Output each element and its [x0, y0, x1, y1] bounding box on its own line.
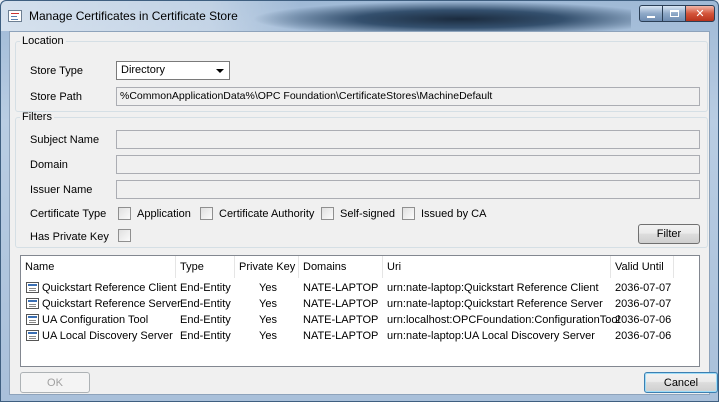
close-icon: ✕ [695, 8, 705, 20]
subject-name-field[interactable] [116, 130, 700, 149]
has-private-key-checkbox[interactable] [118, 229, 131, 242]
minimize-button[interactable] [639, 5, 663, 22]
column-header-uri[interactable]: Uri [383, 256, 611, 278]
dialog-client-area: Location Store Type Directory Store Path… [9, 31, 718, 395]
certificate-authority-checkbox[interactable] [200, 207, 213, 220]
certificate-icon [26, 282, 39, 293]
issued-by-ca-checkbox[interactable] [402, 207, 415, 220]
domain-field[interactable] [116, 155, 700, 174]
application-checkbox[interactable] [118, 207, 131, 220]
window-title: Manage Certificates in Certificate Store [29, 9, 238, 23]
column-header-private-key[interactable]: Private Key [235, 256, 299, 278]
store-path-label: Store Path [30, 91, 82, 103]
certificate-icon [26, 314, 39, 325]
application-option-label: Application [137, 208, 191, 220]
certificate-type-label: Certificate Type [30, 208, 107, 220]
certificate-app-icon [8, 10, 22, 22]
maximize-icon [669, 10, 679, 17]
table-row[interactable]: UA Configuration Tool End-Entity Yes NAT… [21, 312, 699, 328]
table-row[interactable]: Quickstart Reference Client End-Entity Y… [21, 280, 699, 296]
filters-legend: Filters [22, 111, 52, 123]
certificate-icon [26, 298, 39, 309]
chevron-down-icon [216, 69, 224, 73]
issuer-name-label: Issuer Name [30, 184, 93, 196]
title-bar[interactable]: Manage Certificates in Certificate Store… [1, 1, 718, 31]
location-legend: Location [22, 35, 64, 47]
self-signed-checkbox[interactable] [321, 207, 334, 220]
subject-name-label: Subject Name [30, 134, 100, 146]
issued-by-ca-option-label: Issued by CA [421, 208, 487, 220]
issuer-name-field[interactable] [116, 180, 700, 199]
store-path-field[interactable]: %CommonApplicationData%\OPC Foundation\C… [116, 87, 700, 106]
certificate-icon [26, 330, 39, 341]
cancel-button[interactable]: Cancel [644, 372, 718, 393]
close-button[interactable]: ✕ [685, 5, 715, 22]
filter-button[interactable]: Filter [638, 224, 700, 244]
dialog-window: Manage Certificates in Certificate Store… [0, 0, 719, 402]
ok-button[interactable]: OK [20, 372, 90, 393]
column-header-name[interactable]: Name [21, 256, 176, 278]
store-type-dropdown[interactable]: Directory [116, 61, 230, 80]
table-row[interactable]: UA Local Discovery Server End-Entity Yes… [21, 328, 699, 344]
column-header-domains[interactable]: Domains [299, 256, 383, 278]
column-header-valid-until[interactable]: Valid Until [611, 256, 674, 278]
store-type-value: Directory [121, 64, 166, 76]
self-signed-option-label: Self-signed [340, 208, 396, 220]
table-row[interactable]: Quickstart Reference Server End-Entity Y… [21, 296, 699, 312]
column-header-type[interactable]: Type [176, 256, 235, 278]
certificate-list[interactable]: Name Type Private Key Domains Uri Valid … [20, 255, 700, 367]
certificate-authority-option-label: Certificate Authority [219, 208, 315, 220]
has-private-key-label: Has Private Key [30, 231, 109, 243]
maximize-button[interactable] [662, 5, 686, 22]
store-type-label: Store Type [30, 65, 83, 77]
domain-label: Domain [30, 159, 68, 171]
minimize-icon [647, 15, 655, 18]
